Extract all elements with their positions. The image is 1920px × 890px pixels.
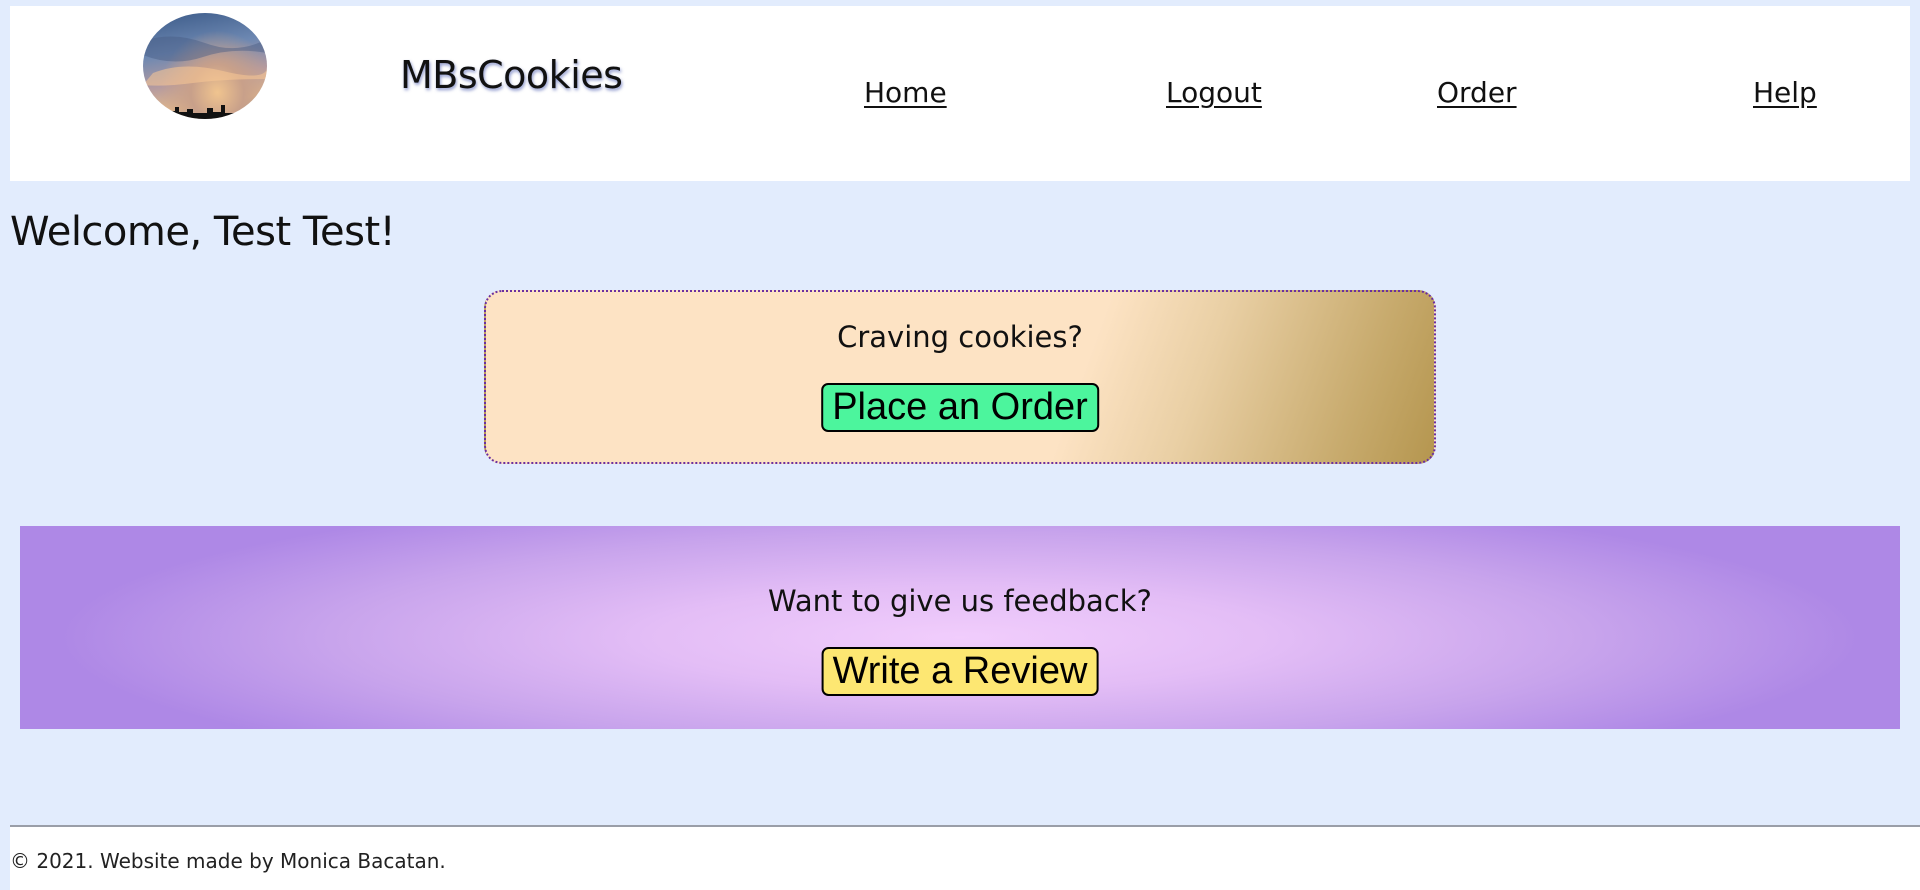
order-prompt: Craving cookies? — [837, 320, 1083, 354]
copyright-text: © 2021. Website made by Monica Bacatan. — [10, 849, 446, 873]
nav-logout-link[interactable]: Logout — [1166, 76, 1262, 109]
write-review-button[interactable]: Write a Review — [821, 647, 1099, 696]
nav-order-link[interactable]: Order — [1437, 76, 1517, 109]
place-order-button[interactable]: Place an Order — [821, 383, 1099, 432]
site-footer: © 2021. Website made by Monica Bacatan. — [10, 825, 1920, 890]
review-section: Want to give us feedback? Write a Review — [20, 526, 1900, 729]
order-card: Craving cookies? Place an Order — [484, 290, 1436, 464]
site-header: MBsCookies Home Logout Order Help — [10, 6, 1910, 181]
nav-help-link[interactable]: Help — [1753, 76, 1817, 109]
brand-name: MBsCookies — [400, 53, 623, 97]
review-prompt: Want to give us feedback? — [768, 584, 1152, 618]
nav-home-link[interactable]: Home — [864, 76, 947, 109]
welcome-heading: Welcome, Test Test! — [10, 209, 396, 255]
logo-icon[interactable] — [143, 13, 267, 119]
